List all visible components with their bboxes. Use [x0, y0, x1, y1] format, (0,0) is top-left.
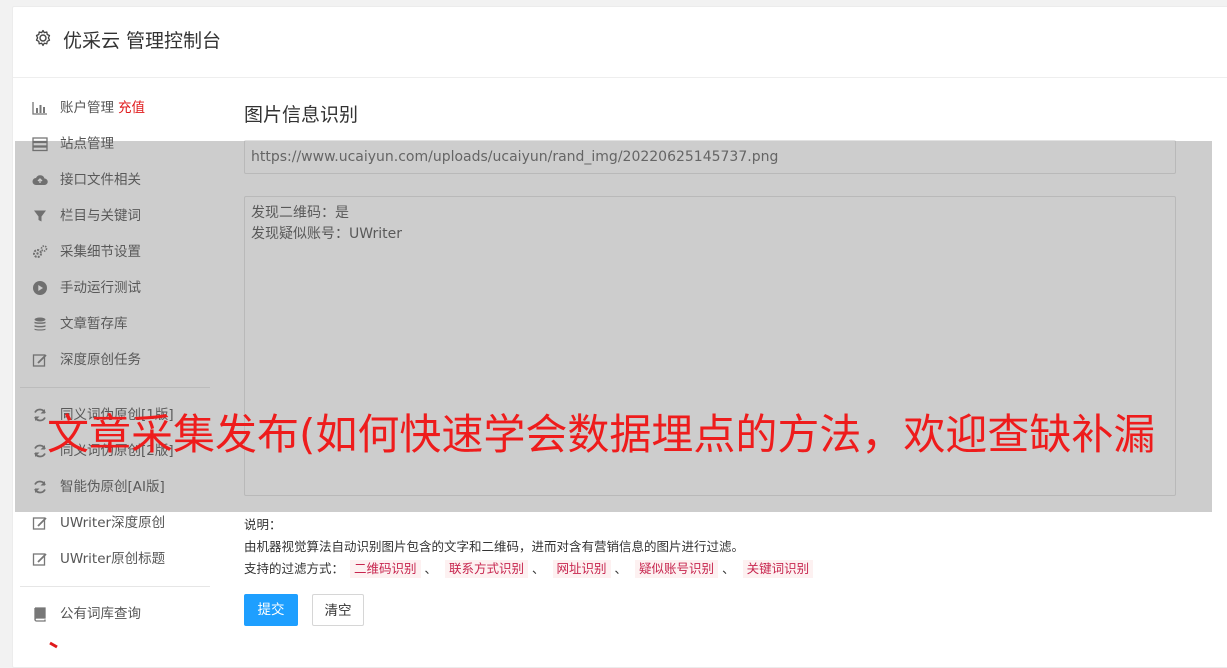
- sidebar-item-label: 公有词库查询: [60, 606, 141, 622]
- description: 说明： 由机器视觉算法自动识别图片包含的文字和二维码，进而对含有营销信息的图片进…: [244, 514, 815, 580]
- book-icon: [32, 606, 48, 622]
- filter-separator: 、: [424, 561, 438, 576]
- filter-tag: 网址识别: [552, 560, 611, 578]
- filter-tag: 关键词识别: [742, 560, 814, 578]
- watermark-text: 文章采集发布(如何快速学会数据埋点的方法，欢迎查缺补漏: [47, 410, 1156, 459]
- section-title: 图片信息识别: [244, 104, 359, 126]
- sidebar-item-public-lexicon[interactable]: 公有词库查询: [20, 596, 210, 632]
- filter-tag: 疑似账号识别: [635, 560, 719, 578]
- bar-chart-icon: [32, 100, 48, 116]
- clear-button[interactable]: 清空: [312, 594, 364, 626]
- sidebar-item-account[interactable]: 账户管理 充值: [20, 90, 210, 126]
- desc-label: 说明：: [244, 517, 282, 532]
- filter-label: 支持的过滤方式：: [244, 561, 345, 576]
- desc-text: 由机器视觉算法自动识别图片包含的文字和二维码，进而对含有营销信息的图片进行过滤。: [244, 539, 745, 554]
- filter-separator: 、: [722, 561, 735, 576]
- submit-button[interactable]: 提交: [244, 594, 298, 626]
- gear-icon: [33, 28, 53, 48]
- sidebar-item-label: UWriter原创标题: [60, 551, 166, 567]
- filter-tag: 二维码识别: [350, 560, 421, 578]
- page-title: 优采云 管理控制台: [63, 30, 222, 52]
- edit-icon: [32, 515, 48, 531]
- header: 优采云 管理控制台: [13, 7, 1227, 78]
- recharge-link[interactable]: 充值: [118, 100, 145, 116]
- filter-separator: 、: [532, 561, 545, 576]
- sidebar-divider: [20, 586, 210, 587]
- filter-tag: 联系方式识别: [445, 560, 529, 578]
- filter-methods: 支持的过滤方式： 二维码识别、 联系方式识别、 网址识别、 疑似账号识别、 关键…: [244, 558, 815, 580]
- chevron-right-icon: [48, 641, 62, 653]
- filter-separator: 、: [614, 561, 628, 576]
- sidebar-item-uwriter-title[interactable]: UWriter原创标题: [20, 541, 210, 577]
- sidebar-item-label: 账户管理: [60, 100, 114, 116]
- edit-icon: [32, 551, 48, 567]
